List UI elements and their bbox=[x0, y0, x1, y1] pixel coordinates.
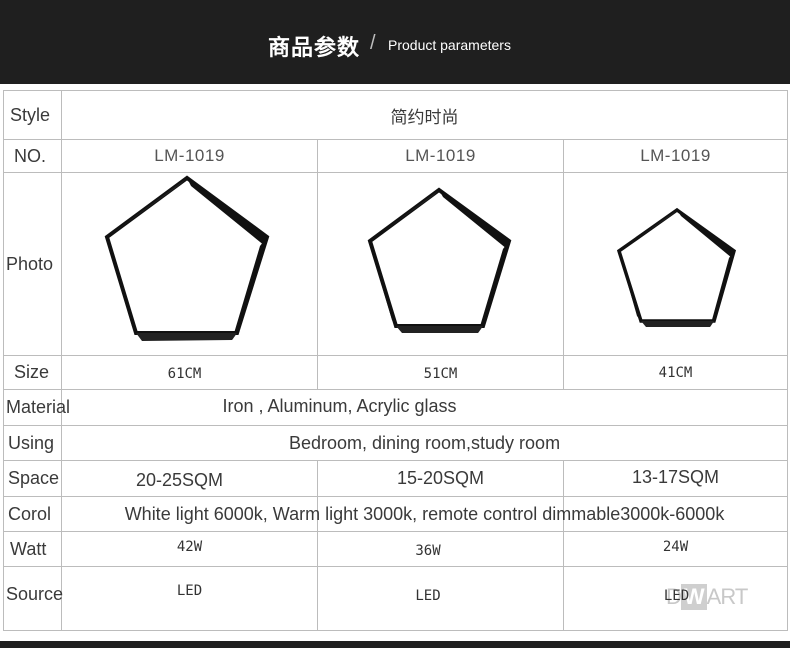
header-title-en: Product parameters bbox=[388, 37, 511, 53]
source-value: LED bbox=[176, 583, 203, 599]
space-value: 15-20SQM bbox=[396, 468, 485, 488]
row-label-watt: Watt bbox=[10, 538, 47, 559]
space-value: 13-17SQM bbox=[631, 466, 720, 487]
row-label-photo: Photo bbox=[6, 253, 54, 274]
model-number: LM-1019 bbox=[405, 146, 476, 165]
row-label-space: Space bbox=[8, 468, 60, 488]
page-header: 商品参数 / Product parameters bbox=[0, 0, 790, 84]
model-number: LM-1019 bbox=[154, 146, 225, 165]
watt-value: 36W bbox=[415, 543, 441, 559]
photo-small bbox=[564, 173, 787, 355]
photo-medium bbox=[318, 173, 563, 355]
row-label-no: NO. bbox=[14, 145, 47, 166]
style-value: 简约时尚 bbox=[390, 107, 459, 128]
row-label-size: Size bbox=[14, 362, 50, 382]
space-value: 20-25SQM bbox=[135, 470, 224, 490]
page-footer-bar bbox=[0, 641, 790, 648]
photo-large bbox=[62, 173, 317, 355]
size-value: 61CM bbox=[167, 366, 202, 382]
watt-value: 24W bbox=[662, 539, 689, 555]
size-value: 51CM bbox=[423, 366, 458, 382]
row-label-style: Style bbox=[10, 104, 51, 125]
size-value: 41CM bbox=[658, 364, 693, 381]
color-value: White light 6000k, Warm light 3000k, rem… bbox=[124, 503, 725, 524]
source-value: LED bbox=[415, 588, 441, 604]
row-label-source: Source bbox=[6, 584, 64, 604]
header-separator: / bbox=[370, 32, 376, 54]
header-title-cn: 商品参数 bbox=[268, 36, 361, 61]
pentagon-lamp-icon bbox=[367, 187, 512, 333]
row-label-using: Using bbox=[8, 432, 55, 453]
watt-value: 42W bbox=[176, 539, 203, 555]
row-label-corol: Corol bbox=[8, 503, 52, 524]
source-value: LED bbox=[663, 588, 690, 604]
material-value: Iron , Aluminum, Acrylic glass bbox=[222, 396, 457, 416]
grid-line bbox=[3, 630, 788, 631]
using-value: Bedroom, dining room,study room bbox=[288, 432, 561, 453]
pentagon-lamp-icon bbox=[104, 175, 270, 341]
pentagon-lamp-icon bbox=[616, 207, 737, 327]
model-number: LM-1019 bbox=[640, 146, 711, 165]
grid-line bbox=[787, 90, 788, 631]
